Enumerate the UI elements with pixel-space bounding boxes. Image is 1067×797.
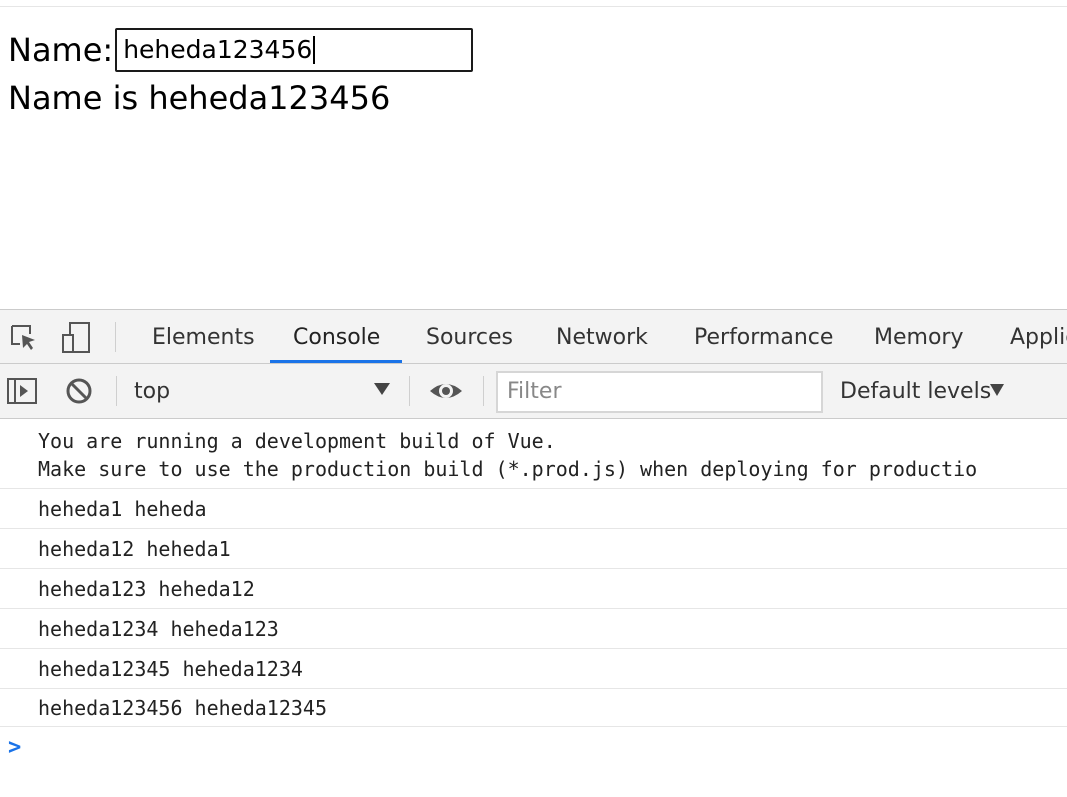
console-message-line: Make sure to use the production build (*… [38,457,978,481]
filter-input[interactable]: Filter [496,371,823,413]
console-prompt[interactable]: > [8,735,21,760]
tab-performance[interactable]: Performance [694,310,833,364]
eye-icon[interactable] [428,373,464,409]
console-message: You are running a development build of V… [0,419,1067,489]
tab-application[interactable]: Applic [1010,310,1067,364]
name-output-text: Name is heheda123456 [8,79,391,117]
console-message-line: You are running a development build of V… [38,429,556,453]
tab-memory[interactable]: Memory [874,310,963,364]
log-levels-dropdown[interactable]: Default levels [840,364,991,419]
name-label: Name: [8,31,114,69]
page-content: Name: heheda123456 Name is heheda123456 [0,0,1067,309]
context-selector[interactable]: top [134,364,170,419]
console-message: heheda12345 heheda1234 [0,649,1067,689]
inspect-element-icon[interactable] [6,320,42,356]
tab-console[interactable]: Console [293,310,380,364]
console-message: heheda123456 heheda12345 [0,689,1067,727]
name-input-value: heheda123456 [123,35,313,64]
chevron-down-icon [374,383,390,395]
tab-sources[interactable]: Sources [426,310,513,364]
device-toolbar-icon[interactable] [58,320,94,356]
console-toolbar: top Filter Default levels [0,364,1067,419]
tab-elements[interactable]: Elements [152,310,255,364]
name-row: Name: heheda123456 [8,28,474,72]
console-message: heheda123 heheda12 [0,569,1067,609]
active-tab-indicator [270,360,402,363]
toolbar-separator [115,322,116,352]
show-sidebar-icon[interactable] [4,373,40,409]
devtools-panel: Elements Console Sources Network Perform… [0,309,1067,797]
console-output: You are running a development build of V… [0,419,1067,797]
toolbar-separator [116,376,117,406]
chevron-down-icon [990,384,1004,396]
devtools-tabbar: Elements Console Sources Network Perform… [0,310,1067,364]
console-message: heheda1 heheda [0,489,1067,529]
toolbar-separator [483,376,484,406]
top-divider [0,6,1067,7]
name-input[interactable]: heheda123456 [115,28,474,72]
toolbar-separator [409,376,410,406]
console-message: heheda12 heheda1 [0,529,1067,569]
console-message: heheda1234 heheda123 [0,609,1067,649]
clear-console-icon[interactable] [61,373,97,409]
tab-network[interactable]: Network [556,310,648,364]
text-caret [313,36,316,64]
